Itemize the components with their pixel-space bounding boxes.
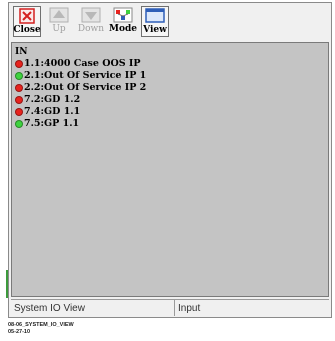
tree-item-label: 7.5:GP 1.1	[24, 118, 80, 129]
tree-item-label: 2.1:Out Of Service IP 1	[24, 70, 147, 81]
tree-item-label: 2.2:Out Of Service IP 2	[24, 82, 147, 93]
red-status-dot-icon	[15, 83, 23, 92]
down-button[interactable]: Down	[77, 6, 105, 37]
system-io-view-window: Close Up Down Mode View IN 1.1:4000 Case…	[8, 2, 332, 318]
up-button-label: Up	[52, 24, 66, 34]
tree-item[interactable]: 2.2:Out Of Service IP 2	[15, 82, 146, 93]
red-status-dot-icon	[15, 95, 23, 104]
tree-item[interactable]: 2.1:Out Of Service IP 1	[15, 70, 146, 81]
tree-item-label: 7.4:GD 1.1	[24, 106, 81, 117]
caption-line-1: 08-06_SYSTEM_IO_VIEW	[8, 322, 74, 328]
io-tree-panel[interactable]: IN 1.1:4000 Case OOS IP 2.1:Out Of Servi…	[11, 42, 329, 297]
view-icon	[145, 7, 165, 24]
close-button-label: Close	[13, 25, 41, 35]
red-status-dot-icon	[15, 107, 23, 116]
status-mode: Input	[175, 299, 329, 316]
mode-button-label: Mode	[109, 24, 137, 34]
tree-item[interactable]: 7.5:GP 1.1	[15, 118, 79, 129]
caption-line-2: 05-27-10	[8, 329, 31, 335]
figure-caption: 08-06_SYSTEM_IO_VIEW 05-27-10	[8, 322, 74, 336]
green-status-dot-icon	[15, 71, 23, 80]
tree-root-label: IN	[15, 47, 28, 57]
close-button[interactable]: Close	[13, 6, 41, 37]
up-button[interactable]: Up	[45, 6, 73, 37]
toolbar: Close Up Down Mode View	[9, 3, 331, 41]
tree-item[interactable]: 7.2:GD 1.2	[15, 94, 80, 105]
left-edge-marker	[6, 270, 8, 298]
tree-item-label: 7.2:GD 1.2	[24, 94, 81, 105]
mode-button[interactable]: Mode	[109, 6, 137, 37]
status-bar: System IO View Input	[11, 299, 329, 316]
red-status-dot-icon	[15, 59, 23, 68]
tree-item[interactable]: 7.4:GD 1.1	[15, 106, 80, 117]
down-button-label: Down	[77, 24, 105, 34]
view-button-label: View	[143, 25, 167, 35]
mode-icon	[113, 6, 133, 23]
close-icon	[17, 7, 37, 24]
up-arrow-icon	[49, 6, 69, 23]
view-button[interactable]: View	[141, 6, 169, 37]
down-arrow-icon	[81, 6, 101, 23]
tree-item[interactable]: 1.1:4000 Case OOS IP	[15, 58, 141, 69]
green-status-dot-icon	[15, 119, 23, 128]
status-view-name: System IO View	[11, 299, 175, 316]
tree-item-label: 1.1:4000 Case OOS IP	[24, 58, 141, 69]
